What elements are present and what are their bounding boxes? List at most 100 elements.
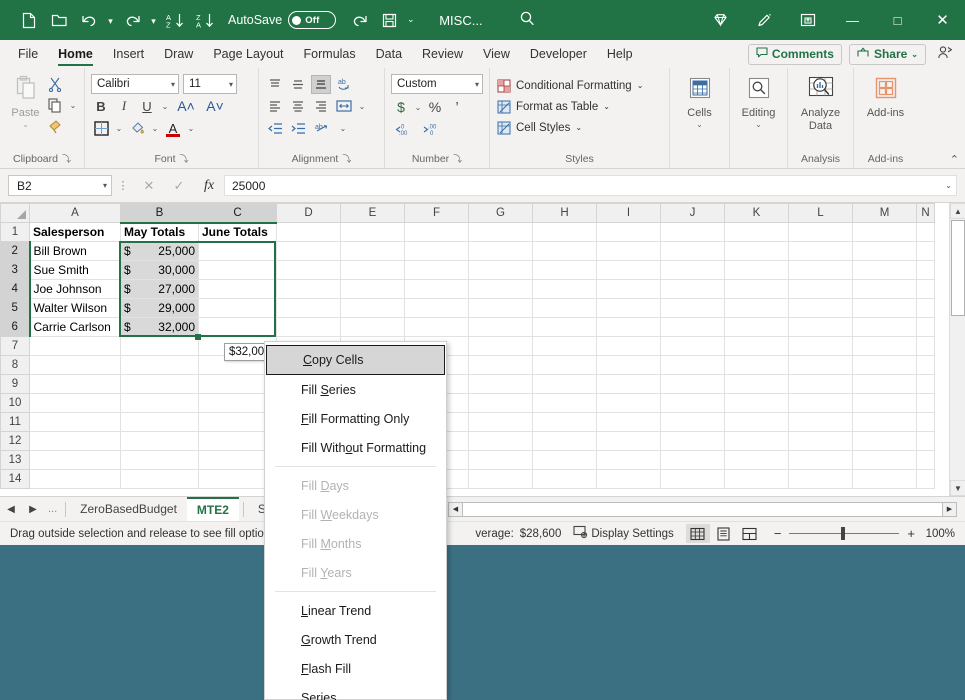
row-header-5[interactable]: 5 <box>1 299 30 318</box>
cell-i9[interactable] <box>597 375 661 394</box>
cell-l9[interactable] <box>789 375 853 394</box>
tab-home[interactable]: Home <box>48 40 103 68</box>
select-all-corner[interactable] <box>1 204 30 223</box>
zoom-out-button[interactable]: − <box>774 526 782 541</box>
number-format-combo[interactable]: Custom ▾ <box>391 74 483 94</box>
row-header-13[interactable]: 13 <box>1 451 30 470</box>
cell-c2[interactable] <box>199 242 277 261</box>
tab-view[interactable]: View <box>473 40 520 68</box>
cell-i14[interactable] <box>597 470 661 489</box>
pen-icon[interactable] <box>742 0 786 40</box>
cell-j5[interactable] <box>661 299 725 318</box>
row-header-7[interactable]: 7 <box>1 337 30 356</box>
row-header-9[interactable]: 9 <box>1 375 30 394</box>
collapse-ribbon-button[interactable]: ⌃ <box>950 153 959 166</box>
row-header-12[interactable]: 12 <box>1 432 30 451</box>
cell-b5[interactable]: $29,000 <box>121 299 199 318</box>
cell-j3[interactable] <box>661 261 725 280</box>
cell-n9[interactable] <box>917 375 935 394</box>
hscroll-right-button[interactable]: ▶ <box>942 502 957 517</box>
conditional-formatting-button[interactable]: Conditional Formatting ⌄ <box>496 75 643 96</box>
cell-k11[interactable] <box>725 413 789 432</box>
view-page-layout-button[interactable] <box>712 524 736 543</box>
cell-a4[interactable]: Joe Johnson <box>30 280 121 299</box>
cell-e3[interactable] <box>341 261 405 280</box>
cell-b11[interactable] <box>121 413 199 432</box>
cell-m5[interactable] <box>853 299 917 318</box>
zoom-level-label[interactable]: 100% <box>923 528 955 540</box>
cell-n12[interactable] <box>917 432 935 451</box>
cell-b8[interactable] <box>121 356 199 375</box>
tab-file[interactable]: File <box>8 40 48 68</box>
merge-caret-icon[interactable]: ⌄ <box>357 102 367 111</box>
cell-j4[interactable] <box>661 280 725 299</box>
align-right-icon[interactable] <box>311 97 331 116</box>
cell-a2[interactable]: Bill Brown <box>30 242 121 261</box>
view-page-break-button[interactable] <box>738 524 762 543</box>
close-button[interactable]: ✕ <box>920 0 965 40</box>
copy-caret-icon[interactable]: ⌄ <box>68 101 78 110</box>
cell-g9[interactable] <box>469 375 533 394</box>
column-header-j[interactable]: J <box>661 204 725 223</box>
cell-b14[interactable] <box>121 470 199 489</box>
cell-h13[interactable] <box>533 451 597 470</box>
zoom-slider-knob[interactable] <box>841 527 845 540</box>
column-header-a[interactable]: A <box>30 204 121 223</box>
cell-j11[interactable] <box>661 413 725 432</box>
cell-m9[interactable] <box>853 375 917 394</box>
copy-icon[interactable] <box>45 96 65 115</box>
sheet-tab-zerobasedbudget[interactable]: ZeroBasedBudget <box>70 497 187 522</box>
row-header-2[interactable]: 2 <box>1 242 30 261</box>
maximize-button[interactable]: □ <box>875 0 920 40</box>
fill-color-icon[interactable] <box>127 119 147 138</box>
cell-m14[interactable] <box>853 470 917 489</box>
cell-c5[interactable] <box>199 299 277 318</box>
cell-g14[interactable] <box>469 470 533 489</box>
font-color-icon[interactable]: A <box>163 119 183 138</box>
view-normal-button[interactable] <box>686 524 710 543</box>
menu-item-linear-trend[interactable]: Linear Trend <box>265 596 446 625</box>
scroll-up-button[interactable]: ▲ <box>950 203 965 219</box>
font-dialog-launcher[interactable]: ⤵ <box>180 152 189 165</box>
cell-g11[interactable] <box>469 413 533 432</box>
zoom-control[interactable]: − + 100% <box>774 526 955 541</box>
cell-n6[interactable] <box>917 318 935 337</box>
tab-draw[interactable]: Draw <box>154 40 203 68</box>
cell-b4[interactable]: $27,000 <box>121 280 199 299</box>
cell-f4[interactable] <box>405 280 469 299</box>
cell-d4[interactable] <box>277 280 341 299</box>
number-dialog-launcher[interactable]: ⤵ <box>453 152 462 165</box>
cut-icon[interactable] <box>45 75 65 94</box>
cell-n8[interactable] <box>917 356 935 375</box>
cell-k7[interactable] <box>725 337 789 356</box>
cell-j12[interactable] <box>661 432 725 451</box>
menu-item-growth-trend[interactable]: Growth Trend <box>265 625 446 654</box>
cell-a6[interactable]: Carrie Carlson <box>30 318 121 337</box>
vertical-scroll-thumb[interactable] <box>951 220 965 316</box>
cell-h8[interactable] <box>533 356 597 375</box>
cell-h5[interactable] <box>533 299 597 318</box>
cell-k10[interactable] <box>725 394 789 413</box>
cell-c1[interactable]: June Totals <box>199 223 277 242</box>
cell-m11[interactable] <box>853 413 917 432</box>
underline-button[interactable]: U <box>137 97 157 116</box>
cell-h3[interactable] <box>533 261 597 280</box>
cell-i13[interactable] <box>597 451 661 470</box>
cell-l3[interactable] <box>789 261 853 280</box>
accounting-format-button[interactable]: $ <box>391 98 411 117</box>
addins-button[interactable]: Add-ins <box>860 71 911 120</box>
row-header-3[interactable]: 3 <box>1 261 30 280</box>
row-header-4[interactable]: 4 <box>1 280 30 299</box>
cell-f1[interactable] <box>405 223 469 242</box>
increase-indent-icon[interactable] <box>288 119 308 138</box>
column-header-b[interactable]: B <box>121 204 199 223</box>
cell-k9[interactable] <box>725 375 789 394</box>
cell-a12[interactable] <box>30 432 121 451</box>
open-folder-icon[interactable] <box>44 6 74 34</box>
cell-i8[interactable] <box>597 356 661 375</box>
search-icon[interactable] <box>519 10 536 31</box>
cell-h2[interactable] <box>533 242 597 261</box>
cell-d6[interactable] <box>277 318 341 337</box>
cell-f5[interactable] <box>405 299 469 318</box>
column-header-l[interactable]: L <box>789 204 853 223</box>
